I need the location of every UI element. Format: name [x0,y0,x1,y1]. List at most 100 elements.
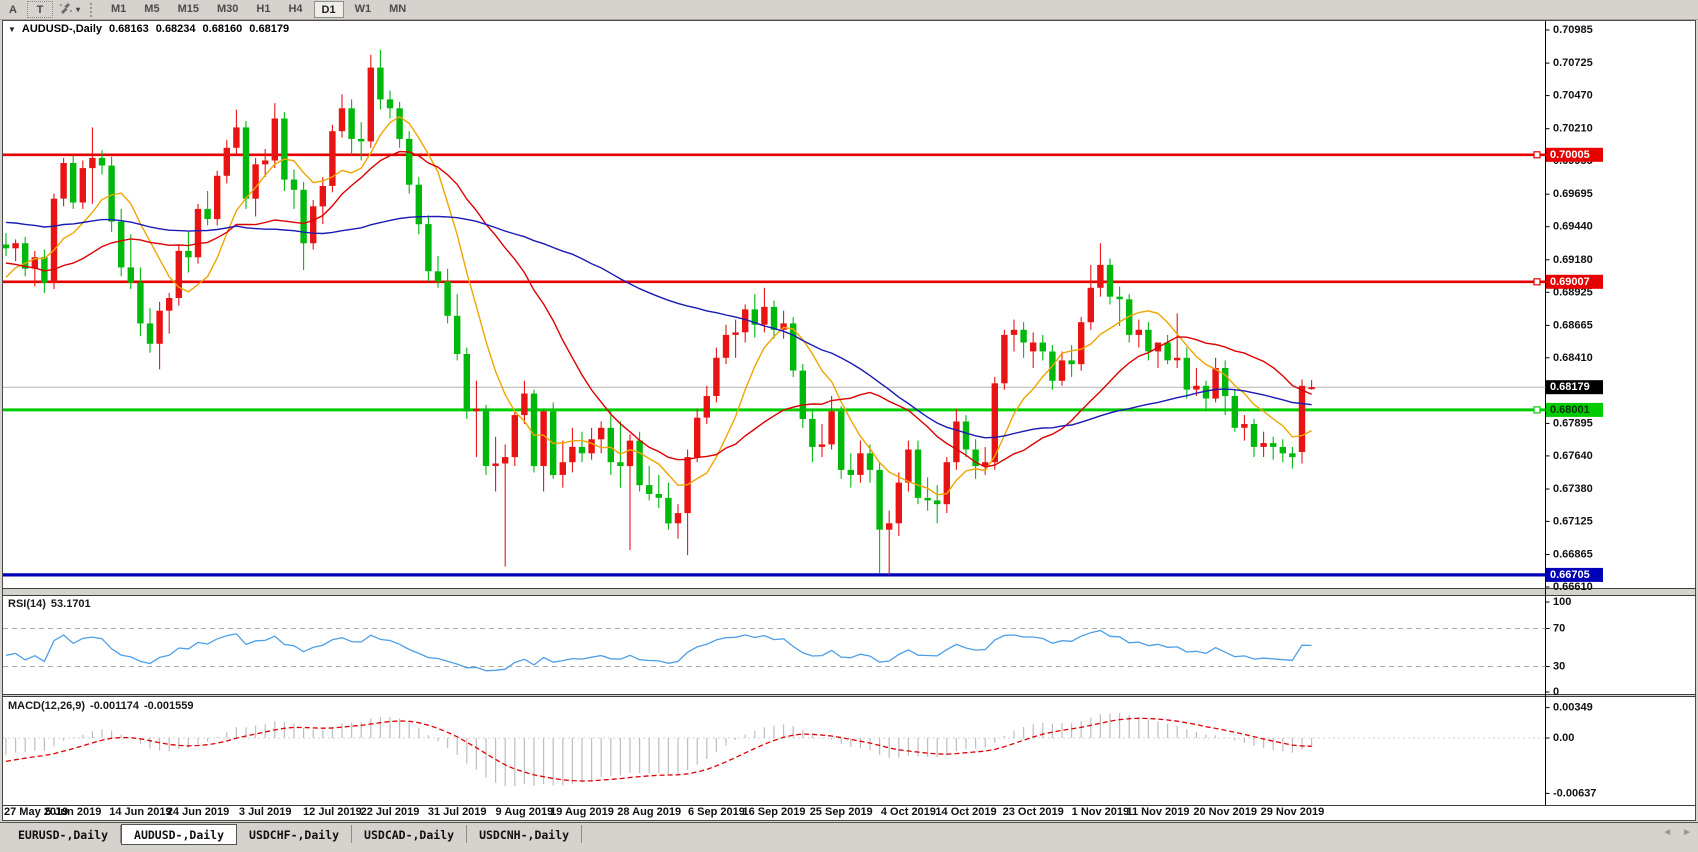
chart-canvas[interactable]: 0.709850.707250.704700.702100.699550.696… [0,0,1698,847]
candle-body [560,462,566,475]
level-price-badge-label: 0.70005 [1550,149,1590,161]
line-handle[interactable] [1534,152,1540,158]
chart-dropdown-icon[interactable]: ▼ [8,25,16,34]
candle-body [713,358,719,396]
candle-body [646,485,652,494]
candle-body [1040,343,1046,352]
symbol-tab-usdcnh[interactable]: USDCNH-,Daily [467,825,582,843]
candle-body [176,251,182,298]
date-tick-label: 1 Nov 2019 [1072,806,1129,818]
candle-body [272,119,278,161]
candle-body [1184,358,1190,390]
candle-body [1136,330,1142,335]
candle-body [886,523,892,529]
candle-body [224,148,230,176]
candle-body [320,186,326,206]
date-tick-label: 31 Jul 2019 [428,806,487,818]
candle-body [694,418,700,458]
candle-body [396,108,402,139]
price-tick-label: 0.67380 [1553,483,1593,495]
chart-symbol-title: AUDUSD-,Daily [22,23,102,35]
symbol-tab-usdcad[interactable]: USDCAD-,Daily [352,825,467,843]
candle-body [492,464,498,467]
rsi-panel[interactable]: 10070300 [3,596,1571,698]
candle-body [444,281,450,315]
support-line-blue[interactable]: 0.66705 [3,568,1603,582]
candle-body [1078,322,1084,364]
candle-body [339,108,345,131]
date-tick-label: 6 Sep 2019 [688,806,745,818]
price-tick-label: 0.66610 [1553,581,1593,593]
panel-separators [2,589,1696,806]
candle-body [761,307,767,325]
macd-indicator-label: MACD(12,26,9)-0.001174-0.001559 [8,700,199,712]
rsi-name: RSI(14) [8,598,46,610]
candle-body [483,409,489,466]
candle-body [704,396,710,418]
macd-panel[interactable]: 0.003490.00-0.00637 [3,702,1596,800]
symbol-tab-usdchf[interactable]: USDCHF-,Daily [237,825,352,843]
candle-body [905,450,911,483]
candle-body [473,409,479,412]
candle-body [579,447,585,453]
date-tick-label: 9 Aug 2019 [496,806,554,818]
candle-body [1222,368,1228,396]
quote-low: 0.68160 [203,23,243,35]
candle-body [108,166,114,222]
quote-high: 0.68234 [156,23,196,35]
line-handle[interactable] [1534,279,1540,285]
time-axis[interactable]: 27 May 20195 Jun 201914 Jun 201924 Jun 2… [4,806,1324,818]
candle-body [1232,396,1238,428]
ma-mid-red [6,152,1312,467]
symbol-tab-eurusd[interactable]: EURUSD-,Daily [6,825,121,843]
macd-signal-value: -0.001559 [144,700,194,712]
candle-body [924,498,930,501]
candle-body [1107,265,1113,297]
candle-body [540,411,546,466]
current-price-label: 0.68179 [1550,381,1590,393]
candle-body [281,119,287,180]
candle-body [617,462,623,466]
macd-histogram [6,713,1312,786]
candle-body [310,206,316,243]
macd-tick-label: 0.00349 [1553,702,1593,714]
date-tick-label: 28 Aug 2019 [617,806,681,818]
candle-body [252,164,258,198]
date-tick-label: 23 Oct 2019 [1003,806,1064,818]
candle-body [195,209,201,257]
candle-body [588,439,594,453]
candle-body [3,245,9,249]
quote-open: 0.68163 [109,23,149,35]
price-tick-label: 0.68410 [1553,352,1593,364]
candle-body [358,139,364,142]
candle-body [1164,343,1170,361]
rsi-indicator-label: RSI(14) 53.1701 [8,598,96,610]
candle-body [1068,360,1074,364]
candle-body [147,323,153,343]
symbol-tab-audusd[interactable]: AUDUSD-,Daily [121,824,237,845]
candle-body [963,422,969,450]
tab-scroll-left-icon[interactable]: ◄ [1662,827,1672,838]
price-tick-label: 0.70210 [1553,123,1593,135]
candle-body [1212,368,1218,399]
date-tick-label: 29 Nov 2019 [1261,806,1325,818]
candle-body [243,127,249,198]
rsi-tick-label: 100 [1553,596,1571,608]
candle-body [636,441,642,486]
date-tick-label: 19 Aug 2019 [550,806,614,818]
line-handle[interactable] [1534,407,1540,413]
candle-body [425,224,431,271]
candle-body [521,394,527,416]
candle-body [291,180,297,190]
candle-body [12,243,18,248]
chart-window-border [3,21,1696,821]
date-tick-label: 3 Jul 2019 [239,806,292,818]
resistance-line-2[interactable]: 0.69007 [3,275,1603,289]
price-tick-label: 0.70985 [1553,24,1593,36]
symbol-tab-bar: EURUSD-,DailyAUDUSD-,DailyUSDCHF-,DailyU… [0,822,1698,847]
tab-scroll-right-icon[interactable]: ► [1682,827,1692,838]
candle-body [166,298,172,311]
rsi-tick-label: 70 [1553,623,1565,635]
rsi-value: 53.1701 [51,598,91,610]
candle-body [1001,335,1007,383]
